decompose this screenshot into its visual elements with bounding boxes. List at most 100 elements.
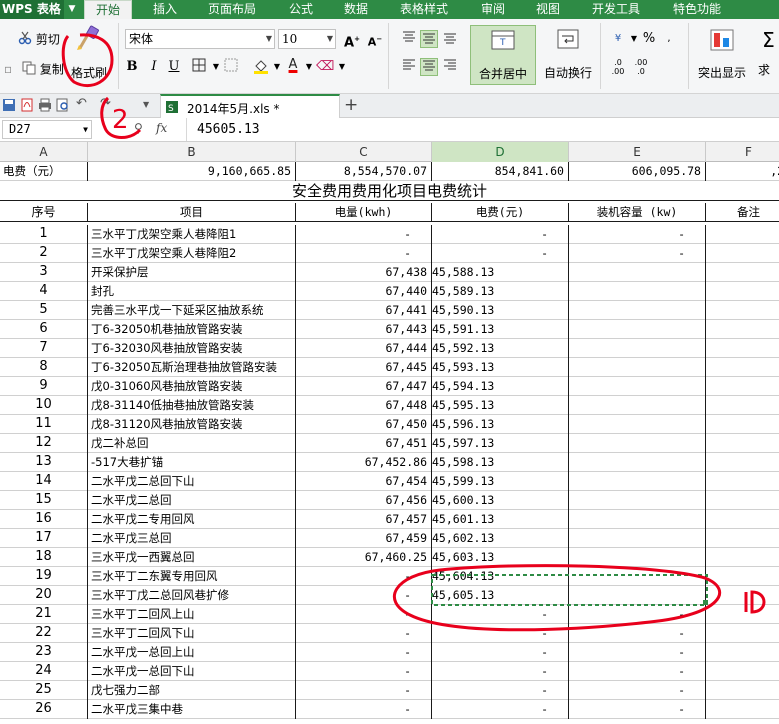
cell-remark[interactable] bbox=[706, 529, 779, 548]
cell-fee[interactable]: 45,588.13 bbox=[432, 263, 569, 282]
format-painter-button[interactable]: 格式刷 bbox=[66, 23, 112, 87]
cell-index[interactable]: 23 bbox=[0, 643, 88, 662]
cell-capacity[interactable]: - bbox=[569, 605, 706, 624]
cell-capacity[interactable]: - bbox=[569, 662, 706, 681]
column-header-a[interactable]: A bbox=[0, 142, 88, 162]
cell-kwh[interactable]: - bbox=[296, 643, 432, 662]
cell-index[interactable]: 15 bbox=[0, 491, 88, 510]
cell-fee[interactable]: 45,599.13 bbox=[432, 472, 569, 491]
cell-kwh[interactable]: 67,460.25 bbox=[296, 548, 432, 567]
cell-index[interactable]: 25 bbox=[0, 681, 88, 700]
cell-fee[interactable]: 45,603.13 bbox=[432, 548, 569, 567]
cell-remark[interactable] bbox=[706, 681, 779, 700]
cell-item[interactable]: 三水平丁戊架空乘人巷降阻1 bbox=[88, 225, 296, 244]
cell-item[interactable]: 三水平丁二回风下山 bbox=[88, 624, 296, 643]
align-bottom-icon[interactable] bbox=[441, 30, 459, 48]
print-preview-icon[interactable] bbox=[56, 98, 70, 115]
cell-remark[interactable] bbox=[706, 472, 779, 491]
cell-index[interactable]: 2 bbox=[0, 244, 88, 263]
column-header-b[interactable]: B bbox=[88, 142, 296, 162]
cell-c-summary[interactable]: 8,554,570.07 bbox=[296, 162, 432, 181]
cell-kwh[interactable]: - bbox=[296, 244, 432, 263]
cell-fee[interactable]: 45,589.13 bbox=[432, 282, 569, 301]
menu-view[interactable]: 视图 bbox=[536, 0, 560, 19]
percent-button[interactable]: % bbox=[640, 30, 658, 48]
bold-button[interactable]: B bbox=[123, 58, 141, 76]
cell-remark[interactable] bbox=[706, 282, 779, 301]
chevron-down-icon[interactable]: ▼ bbox=[333, 58, 351, 76]
fx-button[interactable]: fx bbox=[156, 121, 167, 135]
cell-fee[interactable]: 45,593.13 bbox=[432, 358, 569, 377]
highlight-button[interactable]: 突出显示 bbox=[693, 25, 751, 85]
cell-capacity[interactable] bbox=[569, 510, 706, 529]
cell-item[interactable]: 开采保护层 bbox=[88, 263, 296, 282]
cell-index[interactable]: 19 bbox=[0, 567, 88, 586]
cell-index[interactable]: 11 bbox=[0, 415, 88, 434]
menu-insert[interactable]: 插入 bbox=[153, 0, 177, 19]
cell-remark[interactable] bbox=[706, 605, 779, 624]
cell-capacity[interactable]: - bbox=[569, 225, 706, 244]
cell-fee[interactable]: - bbox=[432, 643, 569, 662]
header-index[interactable]: 序号 bbox=[0, 203, 88, 222]
cell-remark[interactable] bbox=[706, 510, 779, 529]
cell-fee[interactable]: 45,592.13 bbox=[432, 339, 569, 358]
app-dropdown-icon[interactable]: ▼ bbox=[66, 0, 78, 19]
cell-capacity[interactable]: - bbox=[569, 700, 706, 719]
align-left-icon[interactable] bbox=[400, 58, 418, 76]
underline-button[interactable]: U bbox=[165, 58, 183, 76]
more-button[interactable]: Σ 求 bbox=[758, 25, 779, 85]
cell-e-summary[interactable]: 606,095.78 bbox=[569, 162, 706, 181]
pdf-icon[interactable] bbox=[20, 98, 34, 115]
cell-capacity[interactable] bbox=[569, 282, 706, 301]
cell-item[interactable]: 丁6-32030风巷抽放管路安装 bbox=[88, 339, 296, 358]
cell-item[interactable]: 戊8-31120风巷抽放管路安装 bbox=[88, 415, 296, 434]
cell-remark[interactable] bbox=[706, 548, 779, 567]
menu-home[interactable]: 开始 bbox=[84, 0, 133, 19]
zoom-icon[interactable]: ⚲ bbox=[134, 121, 143, 135]
cell-remark[interactable] bbox=[706, 453, 779, 472]
sheet-title[interactable]: 安全费用费用化项目电费统计 bbox=[0, 182, 779, 201]
cell-remark[interactable] bbox=[706, 339, 779, 358]
cell-remark[interactable] bbox=[706, 320, 779, 339]
cell-index[interactable]: 3 bbox=[0, 263, 88, 282]
cell-b-summary[interactable]: 9,160,665.85 bbox=[88, 162, 296, 181]
cell-index[interactable]: 5 bbox=[0, 301, 88, 320]
shrink-font-icon[interactable]: A− bbox=[366, 30, 384, 49]
cell-kwh[interactable]: 67,438 bbox=[296, 263, 432, 282]
cell-kwh[interactable]: 67,452.86 bbox=[296, 453, 432, 472]
menu-review[interactable]: 审阅 bbox=[481, 0, 505, 19]
cell-index[interactable]: 20 bbox=[0, 586, 88, 605]
cell-kwh[interactable]: 67,440 bbox=[296, 282, 432, 301]
cell-kwh[interactable]: 67,450 bbox=[296, 415, 432, 434]
cell-item[interactable]: 二水平戊一总回下山 bbox=[88, 662, 296, 681]
cell-capacity[interactable] bbox=[569, 453, 706, 472]
cell-item[interactable]: 戊0-31060风巷抽放管路安装 bbox=[88, 377, 296, 396]
align-middle-icon[interactable] bbox=[420, 30, 438, 48]
cell-fee[interactable]: - bbox=[432, 700, 569, 719]
cell-index[interactable]: 4 bbox=[0, 282, 88, 301]
cell-capacity[interactable] bbox=[569, 586, 706, 605]
redo-icon[interactable]: ↷ bbox=[100, 96, 111, 111]
cell-item[interactable]: 二水平戊三总回 bbox=[88, 529, 296, 548]
cell-kwh[interactable]: - bbox=[296, 225, 432, 244]
cell-kwh[interactable]: - bbox=[296, 681, 432, 700]
cell-remark[interactable] bbox=[706, 396, 779, 415]
cell-item[interactable]: 三水平戊一西翼总回 bbox=[88, 548, 296, 567]
column-header-f[interactable]: F bbox=[706, 142, 779, 162]
menu-table-style[interactable]: 表格样式 bbox=[400, 0, 448, 19]
cell-fee[interactable]: 45,591.13 bbox=[432, 320, 569, 339]
cell-item[interactable]: 完善三水平戊一下延采区抽放系统 bbox=[88, 301, 296, 320]
cell-fee[interactable]: 45,604.13 bbox=[432, 567, 569, 586]
cell-capacity[interactable] bbox=[569, 548, 706, 567]
align-top-icon[interactable] bbox=[400, 30, 418, 48]
cell-fee[interactable]: - bbox=[432, 244, 569, 263]
cell-index[interactable]: 1 bbox=[0, 225, 88, 244]
grow-font-icon[interactable]: A+ bbox=[343, 30, 361, 50]
menu-developer[interactable]: 开发工具 bbox=[592, 0, 640, 19]
cell-fee[interactable]: 45,594.13 bbox=[432, 377, 569, 396]
header-kwh[interactable]: 电量(kwh) bbox=[296, 203, 432, 222]
cell-index[interactable]: 26 bbox=[0, 700, 88, 719]
cell-fee[interactable]: 45,605.13 bbox=[432, 586, 569, 605]
cell-remark[interactable] bbox=[706, 415, 779, 434]
cell-kwh[interactable]: 67,445 bbox=[296, 358, 432, 377]
